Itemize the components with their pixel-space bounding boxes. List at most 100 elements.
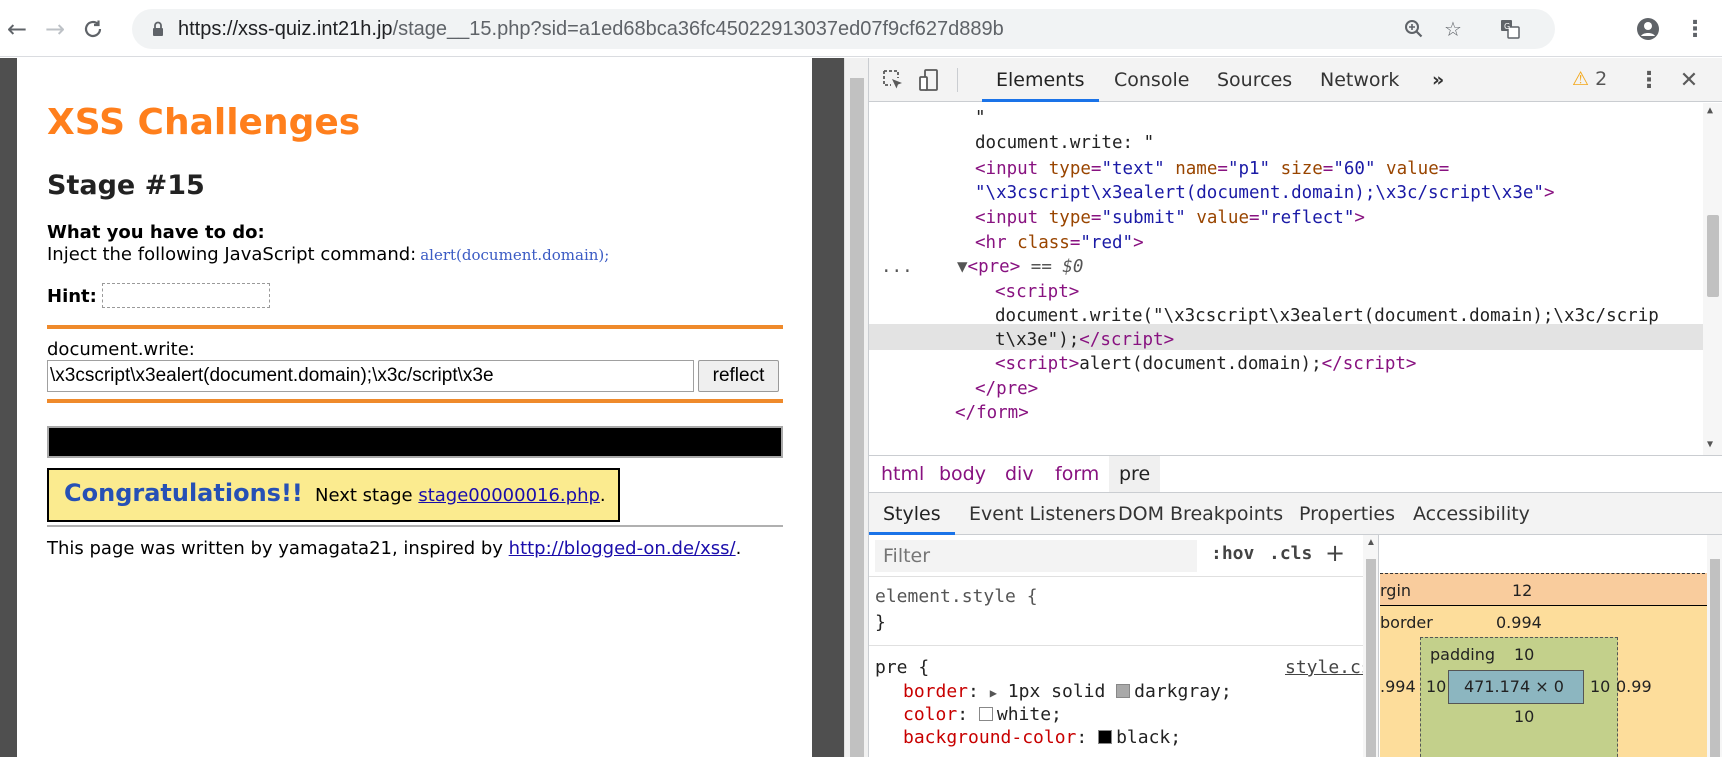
warnings-count: 2 xyxy=(1595,68,1608,90)
tab-properties[interactable]: Properties xyxy=(1285,493,1409,535)
styles-filter-bar: :hov .cls + xyxy=(869,535,1378,577)
next-stage-link[interactable]: stage00000016.php xyxy=(418,485,600,506)
pre-rule-selector[interactable]: pre { xyxy=(875,657,929,679)
orange-divider-top xyxy=(47,325,783,329)
elements-scrollbar[interactable]: ▲ ▼ xyxy=(1703,103,1722,455)
black-swatch[interactable] xyxy=(1098,730,1113,744)
tab-styles[interactable]: Styles xyxy=(869,493,955,535)
css-background-declaration[interactable]: background-color: black; xyxy=(903,727,1181,749)
dom-script-alert[interactable]: <script>alert(document.domain);</script> xyxy=(995,353,1416,375)
collapse-arrow-icon[interactable]: ▼ xyxy=(957,257,968,277)
toolbar-divider xyxy=(957,68,958,92)
dom-input-text[interactable]: <input type="text" name="p1" size="60" v… xyxy=(975,158,1449,180)
dom-script-content-1[interactable]: document.write("\x3cscript\x3ealert(docu… xyxy=(995,305,1659,327)
crumb-body[interactable]: body xyxy=(929,456,996,492)
expand-triangle-icon[interactable]: ▶ xyxy=(990,686,997,700)
scroll-up-icon[interactable]: ▲ xyxy=(1707,105,1713,116)
device-toolbar-icon[interactable] xyxy=(913,64,945,96)
element-style-selector[interactable]: element.style { xyxy=(875,586,1038,608)
padding-top-value[interactable]: 10 xyxy=(1514,645,1534,664)
css-color-declaration[interactable]: color: white; xyxy=(903,704,1062,726)
dom-breadcrumb: html body div form pre xyxy=(869,455,1722,493)
close-devtools-icon[interactable]: ✕ xyxy=(1673,64,1705,96)
dom-script-open[interactable]: <script> xyxy=(995,281,1079,303)
border-left-value[interactable]: .994 xyxy=(1380,677,1416,696)
congrats-box: Congratulations!! Next stage stage000000… xyxy=(47,468,620,522)
dom-text-quote[interactable]: " xyxy=(975,107,986,129)
footer-text: This page was written by yamagata21, ins… xyxy=(47,538,741,559)
crumb-html[interactable]: html xyxy=(871,456,934,492)
tab-elements[interactable]: Elements xyxy=(982,58,1099,102)
dom-form-close[interactable]: </form> xyxy=(955,402,1029,424)
dom-pre-close[interactable]: </pre> xyxy=(975,378,1038,400)
bookmark-star-icon[interactable]: ☆ xyxy=(1441,17,1465,41)
tab-sources[interactable]: Sources xyxy=(1203,58,1306,102)
content-size-value[interactable]: 471.174 × 0 xyxy=(1464,677,1564,696)
styles-tabbar: Styles Event Listeners DOM Breakpoints P… xyxy=(869,493,1722,535)
margin-top-value[interactable]: 12 xyxy=(1512,581,1532,600)
crumb-div[interactable]: div xyxy=(995,456,1044,492)
footer-link[interactable]: http://blogged-on.de/xss/ xyxy=(509,538,736,559)
border-top-value[interactable]: 0.994 xyxy=(1496,613,1542,632)
inspect-element-icon[interactable] xyxy=(877,64,909,96)
styles-scrollbar-thumb[interactable] xyxy=(1366,559,1376,757)
elements-tree: " document.write: " <input type="text" n… xyxy=(869,103,1722,455)
chrome-menu-icon[interactable]: ⋮ xyxy=(1680,14,1710,44)
white-swatch[interactable] xyxy=(978,707,993,721)
url-text[interactable]: https://xss-quiz.int21h.jp/stage__15.php… xyxy=(178,18,1004,41)
styles-scroll-up-icon[interactable]: ▲ xyxy=(1366,537,1376,548)
site-title: XSS Challenges xyxy=(47,102,361,143)
more-tabs-icon[interactable]: » xyxy=(1418,58,1458,102)
devtools-panel: Elements Console Sources Network » ⚠ 2 ⋮… xyxy=(868,58,1722,757)
dom-input-submit[interactable]: <input type="submit" value="reflect"> xyxy=(975,207,1365,229)
darkgray-swatch[interactable] xyxy=(1116,684,1131,698)
dom-script-content-2[interactable]: t\x3e");</script> xyxy=(995,329,1174,351)
reload-icon[interactable] xyxy=(78,14,108,44)
dom-text-document-write[interactable]: document.write: " xyxy=(975,132,1154,154)
tab-console[interactable]: Console xyxy=(1100,58,1203,102)
footer-label: This page was written by yamagata21, ins… xyxy=(47,538,509,559)
class-toggle-button[interactable]: .cls xyxy=(1269,543,1312,564)
translate-icon[interactable]: G xyxy=(1498,17,1522,41)
new-style-rule-button[interactable]: + xyxy=(1325,539,1345,567)
tab-dom-breakpoints[interactable]: DOM Breakpoints xyxy=(1104,493,1297,535)
box-model-scrollbar-thumb[interactable] xyxy=(1710,559,1720,757)
address-bar[interactable]: https://xss-quiz.int21h.jp/stage__15.php… xyxy=(132,9,1555,49)
page-scrollbar-thumb[interactable] xyxy=(850,78,864,757)
padding-right-value[interactable]: 10 xyxy=(1590,677,1610,696)
styles-scrollbar[interactable]: ▲ xyxy=(1363,535,1378,757)
elements-scrollbar-thumb[interactable] xyxy=(1707,215,1719,297)
padding-bottom-value[interactable]: 10 xyxy=(1514,707,1534,726)
back-icon[interactable]: ← xyxy=(2,14,32,44)
dom-input-value[interactable]: "\x3cscript\x3ealert(document.domain);\x… xyxy=(975,182,1555,204)
devtools-menu-icon[interactable]: ⋮ xyxy=(1633,64,1665,96)
crumb-form[interactable]: form xyxy=(1045,456,1109,492)
padding-left-value[interactable]: 10 xyxy=(1426,677,1446,696)
scroll-down-icon[interactable]: ▼ xyxy=(1707,439,1713,450)
reflect-button[interactable]: reflect xyxy=(698,360,779,392)
forward-icon[interactable]: → xyxy=(40,14,70,44)
tab-accessibility[interactable]: Accessibility xyxy=(1399,493,1544,535)
footer-period: . xyxy=(735,538,742,559)
browser-toolbar: ← → https://xss-quiz.int21h.jp/stage__15… xyxy=(0,0,1722,57)
styles-filter-input[interactable] xyxy=(875,540,1197,572)
css-border-declaration[interactable]: border: ▶ 1px solid darkgray; xyxy=(903,681,1232,704)
warnings-counter[interactable]: ⚠ 2 xyxy=(1572,68,1607,90)
hover-state-button[interactable]: :hov xyxy=(1211,543,1254,564)
dom-hr[interactable]: <hr class="red"> xyxy=(975,232,1144,254)
box-model-scrollbar[interactable] xyxy=(1707,535,1722,757)
document-write-input[interactable]: \x3cscript\x3ealert(document.domain);\x3… xyxy=(47,360,694,392)
stage-title: Stage #15 xyxy=(47,170,205,201)
crumb-pre[interactable]: pre xyxy=(1109,456,1161,492)
node-actions-ellipsis[interactable]: ... xyxy=(881,256,913,278)
padding-label: padding xyxy=(1430,645,1496,664)
zoom-icon[interactable] xyxy=(1402,17,1426,41)
rule-divider xyxy=(869,645,1363,646)
todo-instruction: Inject the following JavaScript command: xyxy=(47,244,417,265)
dom-pre-selected[interactable]: ▼<pre> == $0 xyxy=(957,256,1083,278)
tab-network[interactable]: Network xyxy=(1306,58,1413,102)
border-right-value[interactable]: 0.99 xyxy=(1616,677,1652,696)
hint-box[interactable] xyxy=(102,283,270,308)
page-scrollbar[interactable] xyxy=(844,58,868,757)
profile-icon[interactable] xyxy=(1633,14,1663,44)
